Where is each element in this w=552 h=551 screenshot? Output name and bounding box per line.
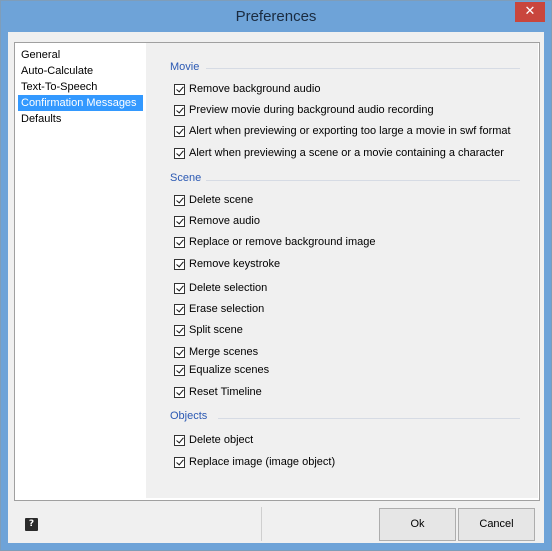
checkbox-checked[interactable] bbox=[174, 194, 185, 206]
window-title: Preferences bbox=[235, 8, 317, 25]
option-equalize-scenes[interactable]: Equalize scenes bbox=[174, 363, 269, 377]
title-bar[interactable]: Preferences ✕ bbox=[1, 1, 551, 32]
checkbox-checked[interactable] bbox=[174, 125, 185, 137]
checkbox-checked[interactable] bbox=[174, 258, 185, 270]
option-delete-object[interactable]: Delete object bbox=[174, 433, 253, 447]
checkbox-checked[interactable] bbox=[174, 236, 185, 248]
group-title-scene: Scene bbox=[170, 172, 202, 184]
checkbox-checked[interactable] bbox=[174, 104, 185, 116]
settings-panel: Movie Remove background audio Preview mo… bbox=[146, 43, 538, 498]
help-icon: ? bbox=[28, 519, 35, 529]
option-alert-large-movie[interactable]: Alert when previewing or exporting too l… bbox=[174, 124, 511, 138]
category-list: General Auto-Calculate Text-To-Speech Co… bbox=[18, 47, 143, 487]
ok-button[interactable]: Ok bbox=[379, 508, 456, 541]
cancel-button[interactable]: Cancel bbox=[458, 508, 535, 541]
checkbox-checked[interactable] bbox=[174, 83, 185, 95]
option-remove-keystroke[interactable]: Remove keystroke bbox=[174, 257, 280, 271]
checkbox-checked[interactable] bbox=[174, 215, 185, 227]
group-title-objects: Objects bbox=[170, 410, 208, 422]
category-item-text-to-speech[interactable]: Text-To-Speech bbox=[18, 79, 143, 95]
close-button[interactable]: ✕ bbox=[515, 2, 545, 22]
dialog-client: General Auto-Calculate Text-To-Speech Co… bbox=[8, 32, 544, 543]
checkbox-checked[interactable] bbox=[174, 303, 185, 315]
checkbox-checked[interactable] bbox=[174, 324, 185, 336]
preferences-window: Preferences ✕ General Auto-Calculate Tex… bbox=[0, 0, 552, 551]
checkbox-checked[interactable] bbox=[174, 364, 185, 376]
preferences-pane: General Auto-Calculate Text-To-Speech Co… bbox=[14, 42, 540, 501]
category-item-defaults[interactable]: Defaults bbox=[18, 111, 143, 127]
close-icon: ✕ bbox=[524, 4, 536, 19]
checkbox-checked[interactable] bbox=[174, 282, 185, 294]
option-merge-scenes[interactable]: Merge scenes bbox=[174, 345, 258, 359]
footer-divider bbox=[261, 507, 262, 541]
group-divider-movie bbox=[206, 68, 520, 69]
option-remove-audio[interactable]: Remove audio bbox=[174, 214, 260, 228]
checkbox-checked[interactable] bbox=[174, 147, 185, 159]
option-delete-scene[interactable]: Delete scene bbox=[174, 193, 253, 207]
group-title-movie: Movie bbox=[170, 61, 200, 73]
option-replace-background-image[interactable]: Replace or remove background image bbox=[174, 235, 376, 249]
option-alert-character[interactable]: Alert when previewing a scene or a movie… bbox=[174, 146, 504, 160]
option-erase-selection[interactable]: Erase selection bbox=[174, 302, 264, 316]
checkbox-checked[interactable] bbox=[174, 456, 185, 468]
option-reset-timeline[interactable]: Reset Timeline bbox=[174, 385, 262, 399]
option-replace-image[interactable]: Replace image (image object) bbox=[174, 455, 335, 469]
checkbox-checked[interactable] bbox=[174, 386, 185, 398]
option-delete-selection[interactable]: Delete selection bbox=[174, 281, 267, 295]
category-item-auto-calculate[interactable]: Auto-Calculate bbox=[18, 63, 143, 79]
category-item-general[interactable]: General bbox=[18, 47, 143, 63]
option-remove-background-audio[interactable]: Remove background audio bbox=[174, 82, 320, 96]
checkbox-checked[interactable] bbox=[174, 346, 185, 358]
group-divider-scene bbox=[206, 180, 520, 181]
option-preview-during-recording[interactable]: Preview movie during background audio re… bbox=[174, 103, 434, 117]
category-item-confirmation-messages[interactable]: Confirmation Messages bbox=[18, 95, 143, 111]
option-split-scene[interactable]: Split scene bbox=[174, 323, 243, 337]
checkbox-checked[interactable] bbox=[174, 434, 185, 446]
group-divider-objects bbox=[218, 418, 520, 419]
help-button[interactable]: ? bbox=[25, 518, 38, 531]
